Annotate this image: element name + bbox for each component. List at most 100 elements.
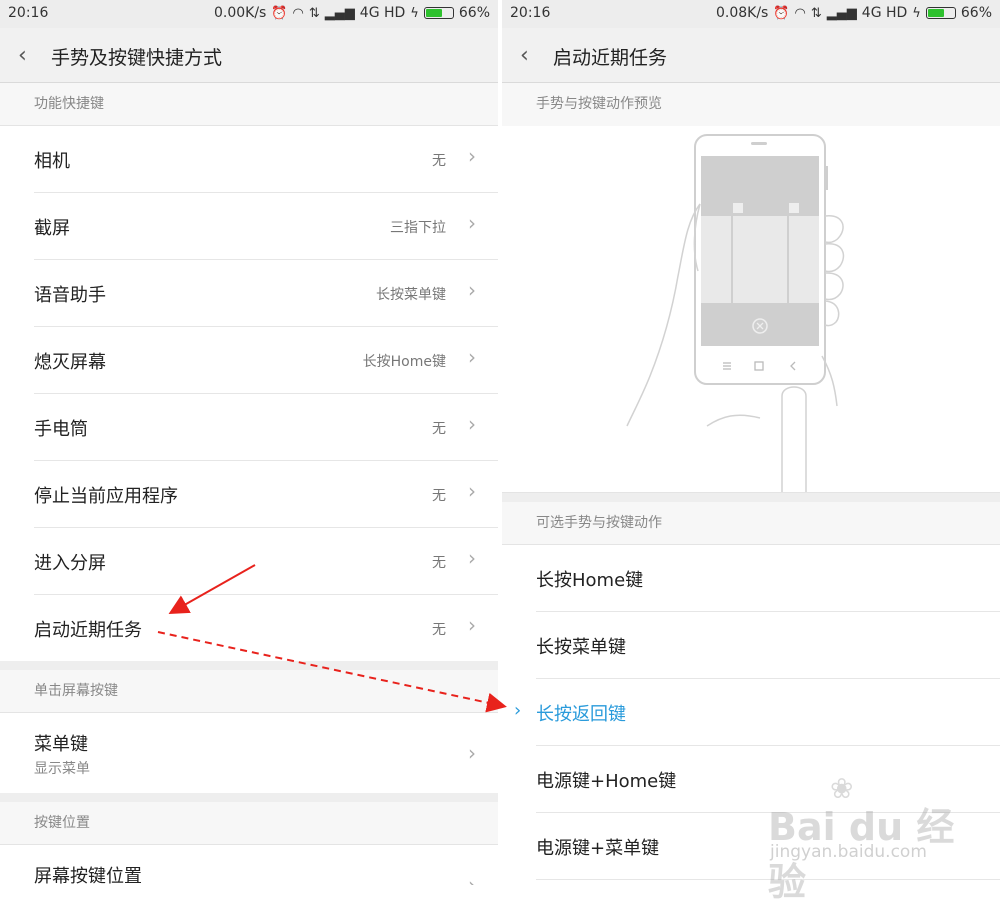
shortcut-row[interactable]: 熄灭屏幕 长按Home键 › [34,327,498,394]
page-title: 启动近期任务 [553,47,668,69]
shortcut-row[interactable]: 相机 无 › [34,126,498,193]
shortcut-value: 无 [432,488,446,504]
shortcut-label: 手电筒 [34,419,88,440]
network-speed: 0.08K/s [715,5,769,21]
shortcut-row[interactable]: 启动近期任务 无 › [34,595,498,661]
pressing-finger [781,386,807,492]
phone-speaker [751,142,767,145]
option-label: 长按返回键 [536,704,626,725]
chevron-right-icon: › [468,412,476,436]
shortcut-row[interactable]: 停止当前应用程序 无 › [34,461,498,528]
chevron-right-icon: › [468,345,476,369]
battery-icon [925,7,956,19]
shortcut-row[interactable]: 手电筒 无 › [34,394,498,461]
chevron-right-icon: › [468,546,476,570]
gesture-option[interactable]: 电源键+菜单键 [536,813,1000,880]
page-title: 手势及按键快捷方式 [51,47,223,69]
chevron-right-icon: › [468,144,476,168]
chevron-right-icon: › [468,278,476,302]
section-header-screen-keys: 单击屏幕按键 [0,670,498,713]
section-gap [0,793,498,802]
phone-hand-illustration [626,134,845,492]
back-chevron-icon[interactable]: ‹ [520,43,529,68]
signal-icon: ▂▄▆ [324,5,355,21]
gesture-option[interactable]: › 长按返回键 [514,679,1000,746]
shortcut-value: 无 [432,622,446,638]
wifi-icon: ◠ [794,5,806,21]
chevron-right-icon: › [468,741,476,765]
gesture-option[interactable]: 长按菜单键 [536,612,1000,679]
status-bar: 20:16 0.00K/s ⏰ ◠ ⇅ ▂▄▆ 4G HD ϟ 66% [0,0,498,28]
section-header-options: 可选手势与按键动作 [502,502,1000,545]
status-bar: 20:16 0.08K/s ⏰ ◠ ⇅ ▂▄▆ 4G HD ϟ 66% [502,0,1000,28]
battery-fill [927,9,944,17]
network-speed: 0.00K/s [213,5,267,21]
shortcut-row[interactable]: 截屏 三指下拉 › [34,193,498,260]
signal-icon: ▂▄▆ [826,5,857,21]
alarm-icon: ⏰ [773,5,790,21]
shortcut-label: 语音助手 [34,285,106,306]
gesture-preview [502,126,1000,493]
option-label: 电源键+Home键 [536,771,677,792]
data-transfer-icon: ⇅ [308,5,320,21]
data-transfer-icon: ⇅ [810,5,822,21]
wifi-icon: ◠ [292,5,304,21]
chevron-right-icon: › [468,873,476,885]
status-time: 20:16 [510,5,551,21]
title-bar: ‹ 启动近期任务 [502,28,1000,83]
shortcut-value: 无 [432,555,446,571]
shortcut-value: 长按菜单键 [376,287,446,303]
gesture-option[interactable]: 电源键+Home键 [536,746,1000,813]
shortcut-value: 长按Home键 [362,354,446,370]
alarm-icon: ⏰ [271,5,288,21]
battery-fill [425,9,442,17]
task-cards-area [701,216,819,303]
section-gap [502,493,1000,502]
charging-icon: ϟ [912,5,921,21]
status-right: 0.00K/s ⏰ ◠ ⇅ ▂▄▆ 4G HD ϟ 66% [214,5,490,21]
status-right: 0.08K/s ⏰ ◠ ⇅ ▂▄▆ 4G HD ϟ 66% [716,5,992,21]
option-label: 长按Home键 [536,570,644,591]
network-type: 4G HD [861,5,908,21]
option-label: 长按菜单键 [536,637,626,658]
left-screen: 20:16 0.00K/s ⏰ ◠ ⇅ ▂▄▆ 4G HD ϟ 66% ‹ 手势… [0,0,498,885]
selected-chevron-icon: › [514,700,522,721]
section-header-shortcuts: 功能快捷键 [0,83,498,126]
shortcut-label: 截屏 [34,218,70,239]
section-gap [0,661,498,670]
menu-key-sub: 显示菜单 [34,761,90,777]
menu-key-label: 菜单键 [34,734,88,755]
battery-percent: 66% [458,5,490,21]
right-screen: 20:16 0.08K/s ⏰ ◠ ⇅ ▂▄▆ 4G HD ϟ 66% ‹ 启动… [502,0,1000,885]
shortcut-label: 进入分屏 [34,553,106,574]
charging-icon: ϟ [410,5,419,21]
shortcut-list: 相机无 › 截屏 三指下拉 › 语音助手 长按菜单键 › 熄灭屏幕 长按Home键 › 手电筒无 › 停止… [0,126,498,661]
shortcut-label: 停止当前应用程序 [34,486,178,507]
battery-percent: 66% [960,5,992,21]
section-header-preview: 手势与按键动作预览 [502,83,1000,126]
option-list: 长按Home键 长按菜单键 › 长按返回键电源键+Home键 电源键+菜单键 [502,545,1000,880]
chevron-right-icon: › [468,613,476,637]
section-header-key-position: 按键位置 [0,802,498,845]
phone-side-button [825,166,828,190]
battery-icon [423,7,454,19]
menu-key-row[interactable]: 菜单键 显示菜单 › [34,713,498,793]
title-bar: ‹ 手势及按键快捷方式 [0,28,498,83]
status-time: 20:16 [8,5,49,21]
chevron-right-icon: › [468,211,476,235]
chevron-right-icon: › [468,479,476,503]
shortcut-label: 熄灭屏幕 [34,352,106,373]
shortcut-label: 启动近期任务 [34,620,142,641]
gesture-option[interactable]: 长按Home键 [536,545,1000,612]
key-position-row[interactable]: 屏幕按键位置 › [34,845,498,885]
shortcut-row[interactable]: 语音助手 长按菜单键 › [34,260,498,327]
shortcut-label: 相机 [34,151,70,172]
shortcut-row[interactable]: 进入分屏 无 › [34,528,498,595]
shortcut-value: 无 [432,153,446,169]
shortcut-value: 三指下拉 [390,220,446,236]
back-chevron-icon[interactable]: ‹ [18,43,27,68]
task-card-icon [733,203,743,213]
network-type: 4G HD [359,5,406,21]
option-label: 电源键+菜单键 [536,838,660,859]
key-position-label: 屏幕按键位置 [34,866,142,885]
